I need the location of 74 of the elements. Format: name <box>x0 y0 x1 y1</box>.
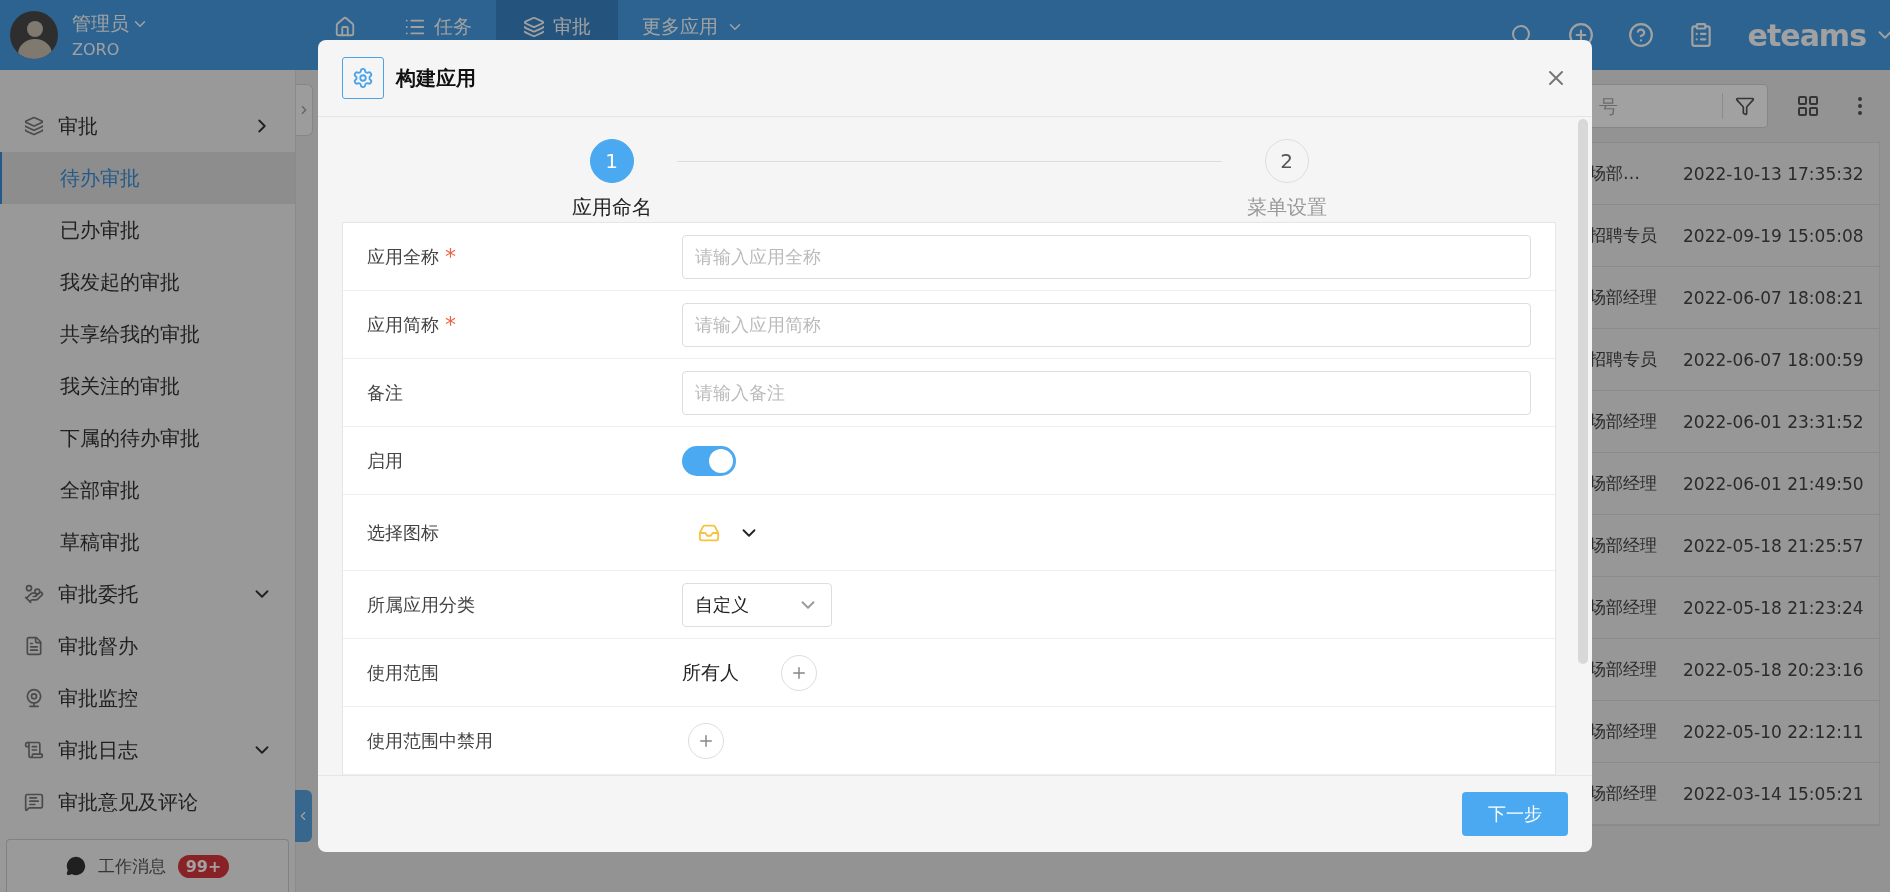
step-label[interactable]: 应用命名 <box>571 194 652 221</box>
sidebar-item[interactable]: 我关注的审批 <box>0 360 295 412</box>
table-cell-text: 2022-09-19 15:05:08 <box>1683 225 1865 246</box>
help-icon[interactable] <box>1627 22 1654 48</box>
field-label: 使用范围中禁用 <box>367 728 493 753</box>
sidebar-item[interactable]: 审批督办 <box>0 620 295 672</box>
table-cell-text: 场部经理 <box>1589 720 1658 743</box>
table-cell-text: 2022-05-10 22:12:11 <box>1683 721 1865 742</box>
sidebar-item[interactable]: 审批意见及评论 <box>0 776 295 828</box>
table-cell-text: 场部经理 <box>1589 410 1658 433</box>
field-label: 应用简称 <box>367 312 439 337</box>
add-button[interactable] <box>781 654 817 691</box>
layers-icon <box>24 116 44 136</box>
scope-value: 所有人 <box>682 659 739 685</box>
field-label: 应用全称 <box>367 244 439 269</box>
sidebar-item[interactable]: 审批监控 <box>0 672 295 724</box>
sidebar-item[interactable]: 下属的待办审批 <box>0 412 295 464</box>
table-cell-text: 2022-06-01 23:31:52 <box>1683 411 1865 432</box>
avatar[interactable] <box>10 11 58 59</box>
table-cell-text: 场部经理 <box>1589 782 1658 805</box>
table-cell-text: 场部经理 <box>1589 286 1658 309</box>
field-label: 备注 <box>367 380 403 405</box>
expand-handle[interactable] <box>296 84 313 136</box>
sidebar-item[interactable]: 全部审批 <box>0 464 295 516</box>
dialog-title: 构建应用 <box>396 64 476 92</box>
field-label: 使用范围 <box>367 660 439 685</box>
chat-icon <box>65 856 86 876</box>
text-input[interactable]: 请输入应用全称 <box>682 234 1531 279</box>
hand-icon <box>24 584 44 604</box>
count-badge: 99+ <box>177 854 230 878</box>
table-cell-text: 场部… <box>1589 162 1641 185</box>
table-cell-text: 2022-10-13 17:35:32 <box>1683 163 1865 184</box>
scrollbar[interactable] <box>1578 119 1588 664</box>
grid-icon[interactable] <box>1796 94 1820 118</box>
table-cell-text: 场部经理 <box>1589 472 1658 495</box>
table-cell-text: 场部经理 <box>1589 658 1658 681</box>
table-cell-text: 2022-03-14 15:05:21 <box>1683 783 1865 804</box>
field-label: 选择图标 <box>367 520 439 545</box>
user-account: ZORO <box>72 40 121 59</box>
text-input[interactable]: 请输入应用简称 <box>682 302 1531 347</box>
sidebar-item[interactable]: 审批日志 <box>0 724 295 776</box>
table-cell-text: 2022-05-18 21:25:57 <box>1683 535 1865 556</box>
table-cell-text: 2022-06-07 18:08:21 <box>1683 287 1865 308</box>
add-button[interactable] <box>688 722 724 759</box>
table-cell-text: 2022-06-07 18:00:59 <box>1683 349 1865 370</box>
home-icon <box>334 16 356 38</box>
document-icon <box>24 636 44 656</box>
field-label: 启用 <box>367 448 403 473</box>
webcam-icon <box>24 688 44 708</box>
table-cell-text: 场部经理 <box>1589 534 1658 557</box>
sidebar-item[interactable]: 审批委托 <box>0 568 295 620</box>
settings-icon <box>342 57 384 99</box>
sidebar-item[interactable]: 审批 <box>0 100 295 152</box>
sidebar-item[interactable]: 共享给我的审批 <box>0 308 295 360</box>
layers-icon <box>523 16 545 38</box>
table-cell-text: 2022-06-01 21:49:50 <box>1683 473 1865 494</box>
required-mark: * <box>445 312 456 337</box>
sidebar-item[interactable]: 已办审批 <box>0 204 295 256</box>
enable-switch[interactable] <box>682 445 736 476</box>
log-icon <box>24 740 44 760</box>
sidebar-item[interactable]: 我发起的审批 <box>0 256 295 308</box>
sidebar-item[interactable]: 草稿审批 <box>0 516 295 568</box>
messages-button[interactable]: 工作消息 99+ <box>6 839 289 892</box>
step-number[interactable]: 2 <box>1264 139 1309 183</box>
required-mark: * <box>445 244 456 269</box>
table-cell-text: 场部经理 <box>1589 596 1658 619</box>
comment-icon <box>24 792 44 812</box>
filter-icon[interactable] <box>1735 96 1755 116</box>
text-input[interactable]: 请输入备注 <box>682 370 1531 415</box>
field-label: 所属应用分类 <box>367 592 475 617</box>
table-cell-text: 2022-05-18 21:23:24 <box>1683 597 1865 618</box>
collapse-handle[interactable] <box>295 790 312 842</box>
category-select[interactable]: 自定义 <box>682 582 832 627</box>
table-cell-text: 2022-05-18 20:23:16 <box>1683 659 1865 680</box>
